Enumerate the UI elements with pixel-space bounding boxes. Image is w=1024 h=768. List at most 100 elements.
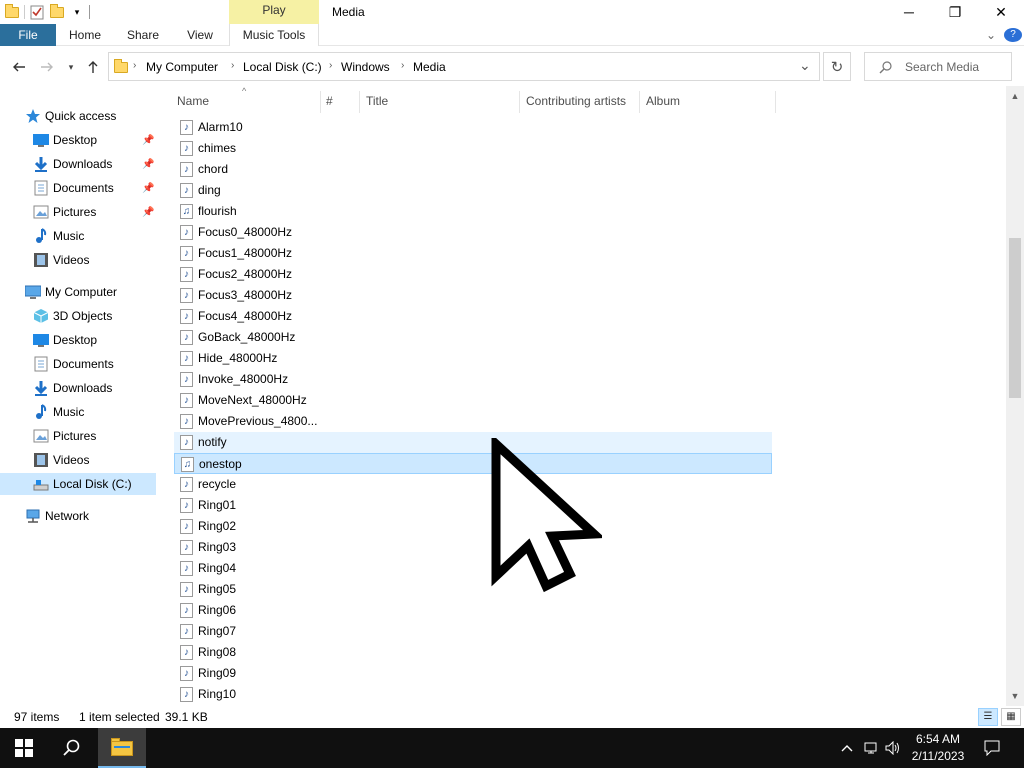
nav-item-videos[interactable]: Videos xyxy=(0,249,160,271)
column-divider[interactable] xyxy=(320,91,321,113)
file-row[interactable]: ♪ Hide_48000Hz xyxy=(174,348,772,369)
properties-icon[interactable] xyxy=(29,4,45,20)
address-bar[interactable]: › My Computer › Local Disk (C:) › Window… xyxy=(108,52,820,81)
nav-item-desktop[interactable]: Desktop 📌 xyxy=(0,129,160,151)
breadcrumb-local-disk[interactable]: Local Disk (C:) xyxy=(243,60,322,74)
file-row[interactable]: ♪ Focus0_48000Hz xyxy=(174,222,772,243)
file-row[interactable]: ♪ Ring07 xyxy=(174,621,772,642)
file-row[interactable]: ♪ Focus4_48000Hz xyxy=(174,306,772,327)
column-divider[interactable] xyxy=(639,91,640,113)
file-row[interactable]: ♪ Ring04 xyxy=(174,558,772,579)
minimize-button[interactable]: ─ xyxy=(886,0,932,24)
nav-item-pictures[interactable]: Pictures xyxy=(0,425,160,447)
column-divider[interactable] xyxy=(519,91,520,113)
nav-item-documents[interactable]: Documents 📌 xyxy=(0,177,160,199)
taskbar-search-button[interactable] xyxy=(48,728,96,768)
file-name: Ring07 xyxy=(198,624,237,638)
maximize-button[interactable]: ❐ xyxy=(932,0,978,24)
expand-ribbon-icon[interactable]: ⌄ xyxy=(982,24,1000,46)
nav-item-local-disk[interactable]: Local Disk (C:) xyxy=(0,473,156,495)
file-name: MovePrevious_4800... xyxy=(198,414,318,428)
help-icon[interactable]: ? xyxy=(1004,28,1022,42)
file-row[interactable]: ♪ notify xyxy=(174,432,772,453)
file-row[interactable]: ♪ MovePrevious_4800... xyxy=(174,411,772,432)
details-view-icon[interactable]: ☰ xyxy=(978,708,998,726)
breadcrumb-windows[interactable]: Windows xyxy=(341,60,390,74)
breadcrumb-my-computer[interactable]: My Computer xyxy=(146,60,218,74)
search-input[interactable]: Search Media xyxy=(864,52,1012,81)
nav-item-3d-objects[interactable]: 3D Objects xyxy=(0,305,160,327)
file-row[interactable]: ♪ Ring06 xyxy=(174,600,772,621)
file-row[interactable]: ♪ Ring05 xyxy=(174,579,772,600)
show-hidden-icons-icon[interactable] xyxy=(838,728,856,768)
file-row[interactable]: ♪ chimes xyxy=(174,138,772,159)
column-header-title[interactable]: Title xyxy=(366,94,388,110)
new-folder-icon[interactable] xyxy=(49,4,65,20)
file-row[interactable]: ♪ Ring01 xyxy=(174,495,772,516)
refresh-button[interactable]: ↻ xyxy=(823,52,851,81)
file-row[interactable]: ♪ GoBack_48000Hz xyxy=(174,327,772,348)
taskbar-clock[interactable]: 6:54 AM 2/11/2023 xyxy=(900,731,976,765)
nav-item-music[interactable]: Music xyxy=(0,225,160,247)
taskbar-file-explorer[interactable] xyxy=(98,728,146,768)
file-row[interactable]: ♪ Ring02 xyxy=(174,516,772,537)
up-arrow-icon[interactable] xyxy=(84,58,102,76)
vertical-scrollbar[interactable]: ▲ ▼ xyxy=(1006,86,1024,706)
scroll-up-arrow-icon[interactable]: ▲ xyxy=(1006,88,1024,104)
nav-item-desktop[interactable]: Desktop xyxy=(0,329,160,351)
nav-item-videos[interactable]: Videos xyxy=(0,449,160,471)
breadcrumb-separator: › xyxy=(133,60,137,71)
breadcrumb-media[interactable]: Media xyxy=(413,60,446,74)
tab-home[interactable]: Home xyxy=(60,24,110,46)
file-row[interactable]: ♫ flourish xyxy=(174,201,772,222)
tab-file[interactable]: File xyxy=(0,24,56,46)
nav-item-music[interactable]: Music xyxy=(0,401,160,423)
scroll-down-arrow-icon[interactable]: ▼ xyxy=(1006,688,1024,704)
column-divider[interactable] xyxy=(359,91,360,113)
tab-share[interactable]: Share xyxy=(120,24,166,46)
nav-my-computer[interactable]: My Computer xyxy=(0,281,160,303)
file-row[interactable]: ♪ Ring09 xyxy=(174,663,772,684)
file-row[interactable]: ♪ Alarm10 xyxy=(174,117,772,138)
column-header-album[interactable]: Album xyxy=(646,94,680,110)
file-row[interactable]: ♪ Ring08 xyxy=(174,642,772,663)
file-row[interactable]: ♪ Focus2_48000Hz xyxy=(174,264,772,285)
file-row[interactable]: ♪ chord xyxy=(174,159,772,180)
recent-locations-icon[interactable]: ▾ xyxy=(62,58,80,76)
nav-item-documents[interactable]: Documents xyxy=(0,353,160,375)
documents-icon xyxy=(33,180,49,196)
start-button[interactable] xyxy=(0,728,48,768)
file-row[interactable]: ♪ Focus1_48000Hz xyxy=(174,243,772,264)
column-divider[interactable] xyxy=(775,91,776,113)
network-icon xyxy=(25,508,41,524)
action-center-icon[interactable] xyxy=(980,728,1004,768)
nav-item-pictures[interactable]: Pictures 📌 xyxy=(0,201,160,223)
nav-quick-access[interactable]: Quick access xyxy=(0,105,160,127)
network-status-icon[interactable] xyxy=(862,728,882,768)
file-row[interactable]: ♫ onestop xyxy=(174,453,772,474)
nav-item-downloads[interactable]: Downloads xyxy=(0,377,160,399)
file-row[interactable]: ♪ MoveNext_48000Hz xyxy=(174,390,772,411)
column-header-number[interactable]: # xyxy=(326,94,333,110)
file-row[interactable]: ♪ ding xyxy=(174,180,772,201)
address-dropdown-icon[interactable]: ⌄ xyxy=(799,57,811,74)
file-row[interactable]: ♪ Focus3_48000Hz xyxy=(174,285,772,306)
column-header-name[interactable]: Name xyxy=(177,94,209,110)
file-row[interactable]: ♪ recycle xyxy=(174,474,772,495)
large-icons-view-icon[interactable]: ▦ xyxy=(1001,708,1021,726)
tab-music-tools[interactable]: Music Tools xyxy=(229,24,319,46)
file-row[interactable]: ♪ Invoke_48000Hz xyxy=(174,369,772,390)
nav-item-downloads[interactable]: Downloads 📌 xyxy=(0,153,160,175)
scrollbar-thumb[interactable] xyxy=(1009,238,1021,398)
file-row[interactable]: ♪ Ring03 xyxy=(174,537,772,558)
nav-label: Desktop xyxy=(53,333,98,347)
nav-network[interactable]: Network xyxy=(0,505,160,527)
close-button[interactable]: ✕ xyxy=(978,0,1024,24)
qat-customize-icon[interactable]: ▾ xyxy=(69,4,85,20)
forward-arrow-icon[interactable] xyxy=(38,58,56,76)
back-arrow-icon[interactable] xyxy=(10,58,28,76)
nav-label: Network xyxy=(45,509,90,523)
file-row[interactable]: ♪ Ring10 xyxy=(174,684,772,705)
tab-view[interactable]: View xyxy=(178,24,222,46)
column-header-contributing-artists[interactable]: Contributing artists xyxy=(526,94,626,110)
